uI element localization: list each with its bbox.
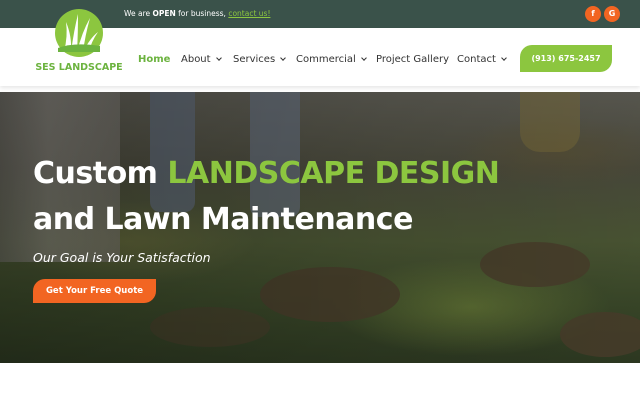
chevron-down-icon xyxy=(280,55,287,61)
hero-heading-prefix: Custom xyxy=(33,156,168,191)
hero-heading-line-1: Custom LANDSCAPE DESIGN xyxy=(33,156,500,191)
nav-contact[interactable]: Contact xyxy=(457,54,507,65)
nav-project-gallery-label: Project Gallery xyxy=(376,54,450,65)
nav-commercial[interactable]: Commercial xyxy=(296,54,367,65)
nav-about-label: About xyxy=(181,54,211,65)
facebook-icon[interactable]: f xyxy=(585,6,601,22)
contact-us-link[interactable]: contact us! xyxy=(228,9,270,18)
nav-about[interactable]: About xyxy=(181,54,222,65)
status-prefix: We are xyxy=(124,9,153,18)
nav-services-label: Services xyxy=(233,54,276,65)
chevron-down-icon xyxy=(215,55,222,61)
nav-commercial-label: Commercial xyxy=(296,54,356,65)
nav-home-label: Home xyxy=(138,54,171,65)
nav-home[interactable]: Home xyxy=(138,54,170,65)
hero-heading-highlight: LANDSCAPE DESIGN xyxy=(167,156,500,191)
nav-services[interactable]: Services xyxy=(233,54,287,65)
free-quote-button[interactable]: Get Your Free Quote xyxy=(33,279,156,303)
hero-heading-line-2: and Lawn Maintenance xyxy=(33,202,413,237)
hero-tagline: Our Goal is Your Satisfaction xyxy=(33,250,211,265)
status-open: OPEN xyxy=(152,9,176,18)
business-status-message: We are OPEN for business, contact us! xyxy=(124,9,270,18)
chevron-down-icon xyxy=(360,55,367,61)
nav-contact-label: Contact xyxy=(457,54,496,65)
google-icon[interactable]: G xyxy=(604,6,620,22)
chevron-down-icon xyxy=(501,55,507,61)
nav-project-gallery[interactable]: Project Gallery xyxy=(376,54,449,65)
status-middle: for business, xyxy=(175,9,229,18)
phone-button[interactable]: (913) 675-2457 xyxy=(520,45,612,72)
